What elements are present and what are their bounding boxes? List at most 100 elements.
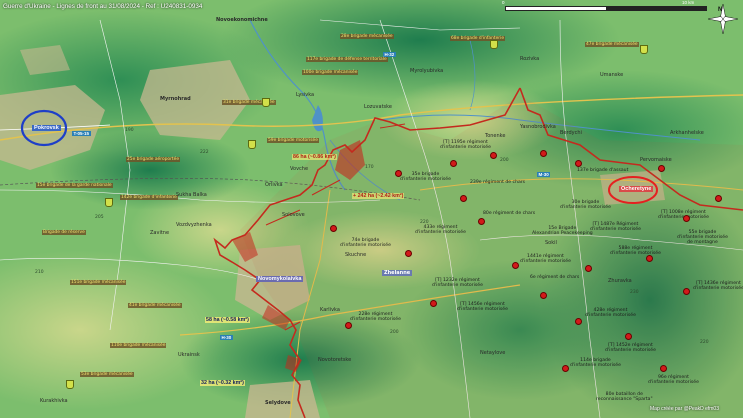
ua-unit-label: 100e brigade mécanisée — [302, 70, 359, 75]
ru-unit-marker-icon[interactable] — [478, 218, 485, 225]
village-label: Zavitne — [150, 230, 170, 236]
gain-label-1: 86 ha (~0.86 km²) — [292, 154, 337, 160]
ru-unit-marker-icon[interactable] — [683, 288, 690, 295]
ru-unit-marker-icon[interactable] — [540, 150, 547, 157]
ru-unit-label: [T] 1452e régiment d'infanterie motorisée — [605, 343, 656, 354]
ru-unit-label: 30e brigade d'infanterie motorisée — [560, 200, 611, 211]
ua-unit-label: 59e brigade motorisée — [267, 138, 319, 143]
ru-unit-marker-icon[interactable] — [512, 262, 519, 269]
scale-bar — [505, 6, 707, 11]
ru-unit-marker-icon[interactable] — [395, 170, 402, 177]
ua-unit-marker-icon[interactable] — [262, 98, 270, 107]
ru-unit-label: 80e régiment de chars — [483, 211, 536, 216]
village-label: Sukha Balka — [176, 192, 207, 198]
ua-unit-label: 47e brigade mécanisée — [585, 42, 639, 47]
road-label-h30: H-30 — [220, 335, 233, 340]
ua-unit-marker-icon[interactable] — [248, 140, 256, 149]
ua-unit-label: 142e brigade d'infanterie — [120, 195, 178, 200]
road-label-t0515: T-05-15 — [72, 131, 91, 136]
altitude-label: 222 — [200, 150, 209, 155]
compass-rose-icon: N — [707, 3, 739, 35]
ua-unit-marker-icon[interactable] — [490, 40, 498, 49]
ru-unit-marker-icon[interactable] — [646, 255, 653, 262]
town-novoekonomichne: Novoekonomichne — [216, 17, 268, 23]
ru-unit-marker-icon[interactable] — [562, 365, 569, 372]
ru-unit-marker-icon[interactable] — [345, 322, 352, 329]
ru-unit-label: 433e régiment d'infanterie motorisée — [415, 225, 466, 236]
ru-unit-label: [T] 1232e régiment d'infanterie motorisée — [432, 278, 483, 289]
ua-unit-label: 53e brigade mécanisée — [80, 372, 134, 377]
ua-unit-label: 41e brigade mécanisée — [128, 303, 182, 308]
ua-unit-marker-icon[interactable] — [105, 198, 113, 207]
ru-unit-marker-icon[interactable] — [575, 318, 582, 325]
altitude-label: 220 — [420, 220, 429, 225]
map-view[interactable]: Guerre d'Ukraine - Lignes de front au 31… — [0, 0, 743, 418]
map-terrain — [0, 0, 743, 418]
ru-unit-label: [T] 1195e régiment d'infanterie motorisée — [440, 140, 491, 151]
village-label: Pervomaiske — [640, 157, 672, 163]
altitude-label: 200 — [390, 330, 399, 335]
village-label: Zhuravka — [608, 278, 632, 284]
village-label: Yasnobrodivka — [520, 124, 556, 130]
village-label: Tonenke — [485, 133, 506, 139]
ru-unit-marker-icon[interactable] — [330, 225, 337, 232]
ru-unit-label: 228e régiment d'infanterie motorisée — [350, 312, 401, 323]
ru-unit-label: 80e bataillon de reconnaissance "Sparta" — [596, 392, 653, 403]
village-label: Kurakhivka — [40, 398, 68, 404]
gain-label-3: 58 ha (~0.58 km²) — [205, 317, 250, 323]
ru-unit-label: 1441e régiment d'infanterie motorisée — [520, 254, 571, 265]
ru-unit-marker-icon[interactable] — [405, 250, 412, 257]
ua-unit-label: 25e brigade aéroportée — [126, 157, 181, 162]
altitude-label: 170 — [365, 165, 374, 170]
ru-unit-marker-icon[interactable] — [585, 265, 592, 272]
ru-unit-label: 137e brigade d'assaut — [577, 168, 629, 173]
ru-unit-label: 96e régiment d'infanterie motorisée — [648, 375, 699, 386]
village-label: Berdychi — [560, 130, 582, 136]
village-label: Solovove — [282, 212, 305, 218]
ru-unit-marker-icon[interactable] — [450, 160, 457, 167]
ru-unit-marker-icon[interactable] — [490, 152, 497, 159]
ru-unit-label: [T] 1487e Régiment d'infanterie motorisée — [590, 222, 641, 233]
city-pokrovsk: Pokrovsk — [32, 125, 61, 131]
ru-unit-label: 428e régiment d'infanterie motorisée — [585, 308, 636, 319]
village-label: Vozdvyzhenka — [176, 222, 212, 228]
ua-unit-label: 110e brigade mécanisée — [110, 343, 167, 348]
scale-end-label: 10 km — [682, 0, 695, 5]
ru-unit-marker-icon[interactable] — [660, 365, 667, 372]
road-label-m30: M-30 — [537, 172, 551, 177]
altitude-label: 200 — [500, 158, 509, 163]
town-myrnohrad: Myrnohrad — [160, 96, 191, 102]
ru-unit-label: 6e régiment de chars — [530, 275, 580, 280]
ua-unit-marker-icon[interactable] — [640, 45, 648, 54]
village-label: Netaylove — [480, 350, 506, 356]
ru-unit-marker-icon[interactable] — [625, 333, 632, 340]
city-ocheretyne: Ocheretyne — [619, 186, 654, 192]
village-label: Lozuvatske — [364, 104, 392, 110]
ru-unit-marker-icon[interactable] — [460, 195, 467, 202]
altitude-label: 230 — [630, 290, 639, 295]
ru-unit-label: 55e brigade d'infanterie motorisée de mont… — [677, 230, 728, 246]
village-label: Novotoretske — [318, 357, 352, 363]
village-label: Rozivka — [520, 56, 540, 62]
village-label: Myrolyubivka — [410, 68, 444, 74]
ua-unit-label: 151e brigade mécanisée — [70, 280, 127, 285]
ru-unit-marker-icon[interactable] — [540, 292, 547, 299]
village-label: Ukrainsk — [178, 352, 200, 358]
village-label: Arkhanhelske — [670, 130, 704, 136]
village-label: Karlivka — [320, 307, 340, 313]
village-label: Sokil — [545, 240, 557, 246]
village-label: Orlivka — [265, 182, 283, 188]
village-label: Lysivka — [296, 92, 315, 98]
ru-unit-marker-icon[interactable] — [658, 165, 665, 172]
gain-label-4: 32 ha (~0.32 km²) — [200, 380, 245, 386]
map-title: Guerre d'Ukraine - Lignes de front au 31… — [3, 3, 203, 10]
altitude-label: 190 — [125, 128, 134, 133]
ua-unit-marker-icon[interactable] — [66, 380, 74, 389]
ru-unit-marker-icon[interactable] — [430, 300, 437, 307]
ru-unit-marker-icon[interactable] — [575, 160, 582, 167]
map-credit: Map créée par @PeakD​ efm03 — [650, 406, 719, 412]
ru-unit-label: 74e brigade d'infanterie motorisée — [340, 238, 391, 249]
ru-unit-marker-icon[interactable] — [683, 215, 690, 222]
ru-unit-marker-icon[interactable] — [715, 195, 722, 202]
gain-label-2: + 242 ha (~2.42 km²) — [352, 193, 405, 199]
